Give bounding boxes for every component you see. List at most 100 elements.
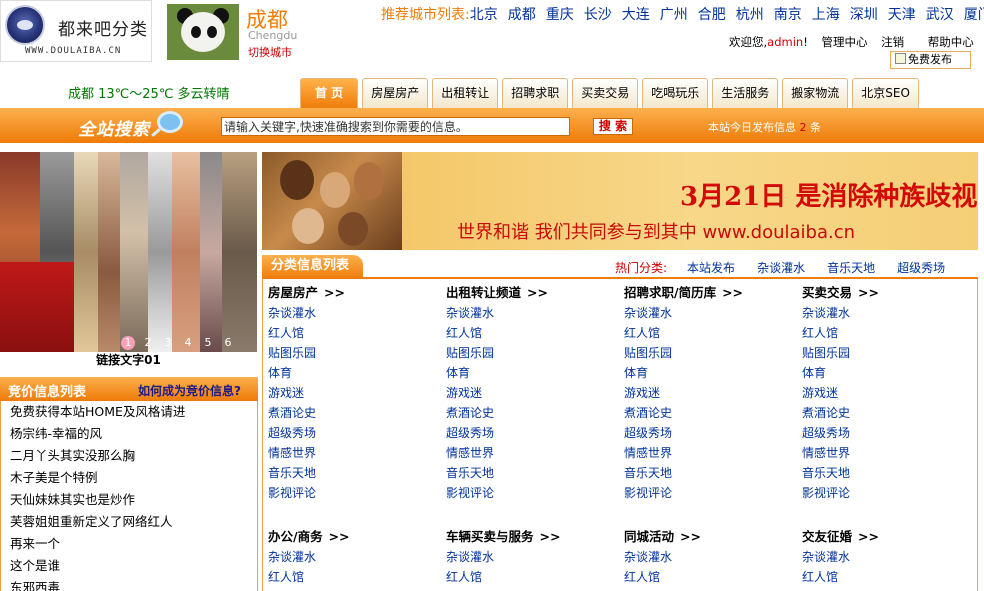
category-link[interactable]: 音乐天地 [446, 463, 622, 483]
nav-tab[interactable]: 首 页 [300, 78, 359, 108]
city-link[interactable]: 成都 [508, 7, 536, 23]
category-link[interactable]: 杂谈灌水 [268, 303, 444, 323]
category-link[interactable]: 影视评论 [446, 483, 622, 503]
category-heading[interactable]: 房屋房产 >> [268, 283, 444, 303]
search-button[interactable]: 搜 索 [593, 118, 633, 135]
category-link[interactable]: 情感世界 [268, 443, 444, 463]
nav-tab[interactable]: 吃喝玩乐 [642, 78, 709, 108]
slide-page-number[interactable]: 3 [158, 336, 178, 349]
category-link[interactable]: 贴图乐园 [802, 343, 978, 363]
category-link[interactable]: 杂谈灌水 [802, 303, 978, 323]
city-link[interactable]: 天津 [888, 7, 916, 23]
category-heading[interactable]: 买卖交易 >> [802, 283, 978, 303]
category-link[interactable]: 煮酒论史 [802, 403, 978, 423]
category-heading[interactable]: 同城活动 >> [624, 527, 800, 547]
bid-list-item[interactable]: 再来一个 [1, 533, 257, 555]
hot-category-link[interactable]: 本站发布 [687, 261, 735, 275]
category-link[interactable]: 红人馆 [624, 567, 800, 587]
category-link[interactable]: 体育 [268, 363, 444, 383]
city-link[interactable]: 杭州 [736, 7, 764, 23]
category-link[interactable]: 体育 [624, 363, 800, 383]
category-link[interactable]: 音乐天地 [624, 463, 800, 483]
category-link[interactable]: 红人馆 [802, 567, 978, 587]
city-link[interactable]: 深圳 [850, 7, 878, 23]
bid-list-item[interactable]: 天仙妹妹其实也是炒作 [1, 489, 257, 511]
category-link[interactable]: 情感世界 [446, 443, 622, 463]
city-link[interactable]: 长沙 [584, 7, 612, 23]
category-link[interactable]: 红人馆 [446, 323, 622, 343]
category-link[interactable]: 体育 [446, 363, 622, 383]
category-link[interactable]: 贴图乐园 [268, 343, 444, 363]
image-slideshow[interactable]: 123456 [0, 152, 257, 352]
slide-page-number[interactable]: 6 [218, 336, 238, 349]
category-link[interactable]: 游戏迷 [446, 383, 622, 403]
category-link[interactable]: 游戏迷 [802, 383, 978, 403]
category-heading[interactable]: 车辆买卖与服务 >> [446, 527, 622, 547]
free-post-button[interactable]: 免费发布 [890, 51, 971, 69]
slide-page-number[interactable]: 1 [121, 336, 135, 350]
category-link[interactable]: 杂谈灌水 [624, 547, 800, 567]
hot-category-link[interactable]: 超级秀场 [897, 261, 945, 275]
category-link[interactable]: 贴图乐园 [446, 343, 622, 363]
category-link[interactable]: 杂谈灌水 [802, 547, 978, 567]
site-logo[interactable]: 都来吧分类 WWW.DOULAIBA.CN [0, 0, 152, 62]
nav-tab[interactable]: 出租转让 [432, 78, 499, 108]
category-heading[interactable]: 出租转让频道 >> [446, 283, 622, 303]
category-link[interactable]: 体育 [802, 363, 978, 383]
category-link[interactable]: 煮酒论史 [268, 403, 444, 423]
category-heading[interactable]: 办公/商务 >> [268, 527, 444, 547]
city-link[interactable]: 大连 [622, 7, 650, 23]
category-link[interactable]: 游戏迷 [624, 383, 800, 403]
search-input[interactable] [221, 117, 570, 136]
help-center-link[interactable]: 帮助中心 [928, 35, 974, 49]
category-link[interactable]: 超级秀场 [624, 423, 800, 443]
category-link[interactable]: 杂谈灌水 [624, 303, 800, 323]
category-heading[interactable]: 交友征婚 >> [802, 527, 978, 547]
category-link[interactable]: 超级秀场 [802, 423, 978, 443]
slide-page-number[interactable]: 5 [198, 336, 218, 349]
city-link[interactable]: 上海 [812, 7, 840, 23]
category-link[interactable]: 超级秀场 [268, 423, 444, 443]
bid-list-item[interactable]: 这个是谁 [1, 555, 257, 577]
bid-list-item[interactable]: 二月丫头其实没那么胸 [1, 445, 257, 467]
bid-list-item[interactable]: 东邪西毒 [1, 577, 257, 591]
category-link[interactable]: 杂谈灌水 [268, 547, 444, 567]
logout-link[interactable]: 注销 [881, 35, 904, 49]
category-link[interactable]: 红人馆 [268, 323, 444, 343]
city-link[interactable]: 厦门 [964, 7, 984, 23]
slide-page-number[interactable]: 4 [178, 336, 198, 349]
hot-category-link[interactable]: 音乐天地 [827, 261, 875, 275]
hot-category-link[interactable]: 杂谈灌水 [757, 261, 805, 275]
event-banner[interactable]: 3月21日 是消除种族歧视国际日 世界和谐 我们共同参与到其中 www.doul… [262, 152, 978, 250]
bid-list-item[interactable]: 杨宗纬-幸福的风 [1, 423, 257, 445]
nav-tab[interactable]: 房屋房产 [362, 78, 429, 108]
category-link[interactable]: 音乐天地 [268, 463, 444, 483]
category-link[interactable]: 超级秀场 [446, 423, 622, 443]
switch-city-link[interactable]: 切换城市 [248, 44, 292, 60]
category-link[interactable]: 红人馆 [624, 323, 800, 343]
category-link[interactable]: 游戏迷 [268, 383, 444, 403]
bid-list-item[interactable]: 芙蓉姐姐重新定义了网络红人 [1, 511, 257, 533]
bid-list-item[interactable]: 木子美是个特例 [1, 467, 257, 489]
nav-tab[interactable]: 买卖交易 [572, 78, 639, 108]
category-link[interactable]: 贴图乐园 [624, 343, 800, 363]
slide-page-number[interactable]: 2 [138, 336, 158, 349]
slide-caption[interactable]: 链接文字01 [0, 352, 257, 371]
category-link[interactable]: 煮酒论史 [624, 403, 800, 423]
category-link[interactable]: 情感世界 [624, 443, 800, 463]
category-link[interactable]: 杂谈灌水 [446, 303, 622, 323]
category-link[interactable]: 红人馆 [268, 567, 444, 587]
category-link[interactable]: 影视评论 [268, 483, 444, 503]
category-link[interactable]: 影视评论 [802, 483, 978, 503]
bid-list-item[interactable]: 免费获得本站HOME及风格请进 [1, 401, 257, 423]
nav-tab[interactable]: 招聘求职 [502, 78, 569, 108]
category-link[interactable]: 音乐天地 [802, 463, 978, 483]
city-link[interactable]: 重庆 [546, 7, 574, 23]
city-link[interactable]: 广州 [660, 7, 688, 23]
category-link[interactable]: 杂谈灌水 [446, 547, 622, 567]
category-link[interactable]: 影视评论 [624, 483, 800, 503]
category-link[interactable]: 红人馆 [446, 567, 622, 587]
category-heading[interactable]: 招聘求职/简历库 >> [624, 283, 800, 303]
manage-center-link[interactable]: 管理中心 [821, 35, 867, 49]
nav-tab[interactable]: 搬家物流 [782, 78, 849, 108]
